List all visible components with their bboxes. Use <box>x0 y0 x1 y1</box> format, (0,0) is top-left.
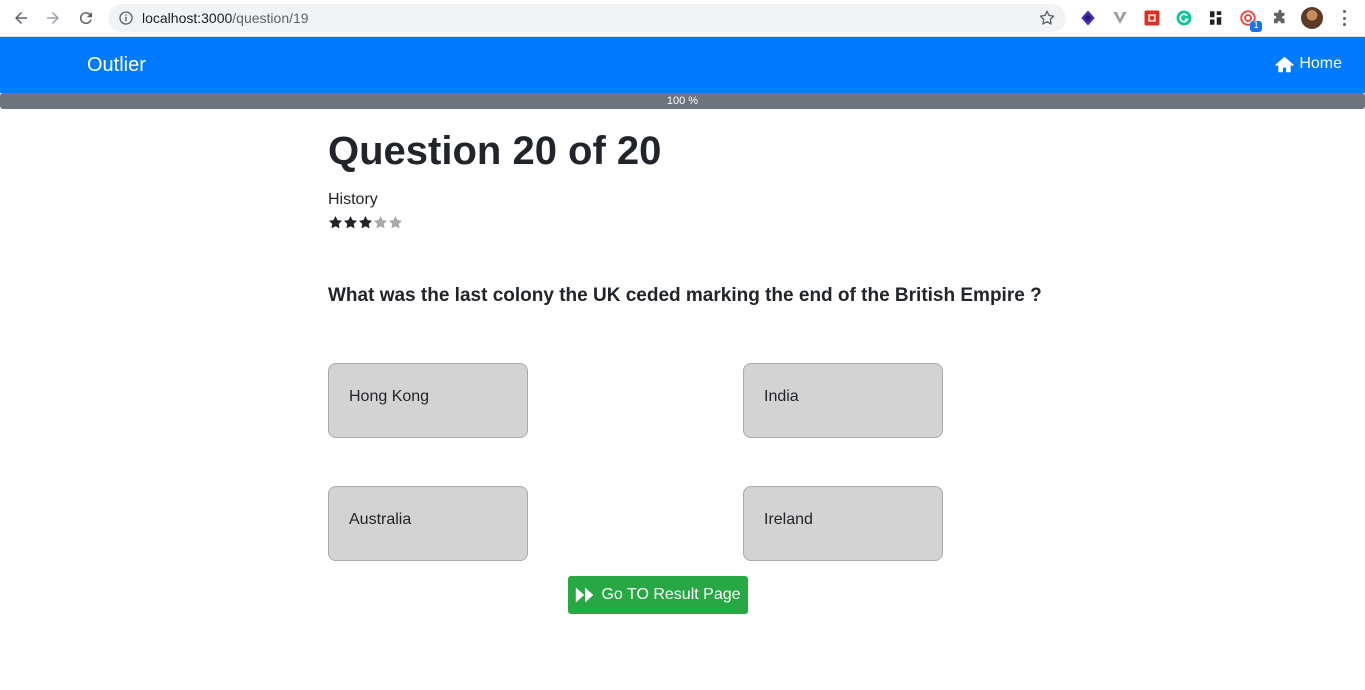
extension-v-icon[interactable] <box>1110 8 1130 28</box>
home-label: Home <box>1299 55 1342 72</box>
back-arrow-icon <box>15 12 27 24</box>
question-category: History <box>328 191 378 208</box>
extension-layers-icon[interactable] <box>1078 8 1098 28</box>
forward-arrow-icon <box>47 12 59 24</box>
star-filled-icon <box>343 215 358 229</box>
forward-button[interactable] <box>41 7 65 29</box>
extension-target-icon[interactable]: 1 <box>1238 8 1262 32</box>
answer-option-4[interactable]: Ireland <box>743 486 943 561</box>
answer-option-2[interactable]: India <box>743 363 943 438</box>
answer-label: Australia <box>349 511 412 528</box>
home-icon <box>1275 56 1295 72</box>
browser-menu-icon[interactable] <box>1336 9 1352 27</box>
back-button[interactable] <box>9 7 33 29</box>
go-to-result-button[interactable]: Go TO Result Page <box>568 576 748 614</box>
star-empty-icon <box>373 215 388 229</box>
app-navbar: Outlier Home <box>0 37 1365 93</box>
difficulty-rating <box>328 215 403 230</box>
address-bar[interactable]: localhost:3000/question/19 <box>108 4 1066 32</box>
fast-forward-icon <box>576 587 594 603</box>
progress-label: 100 % <box>666 95 699 107</box>
star-filled-icon <box>328 215 343 229</box>
answer-label: Ireland <box>764 511 813 528</box>
result-button-label: Go TO Result Page <box>601 586 741 603</box>
progress-fill: 100 % <box>0 93 1365 109</box>
url-text: localhost:3000/question/19 <box>142 10 309 26</box>
extension-badge: 1 <box>1250 21 1262 32</box>
home-link[interactable]: Home <box>1275 55 1342 73</box>
grammarly-icon[interactable] <box>1174 8 1194 28</box>
extension-red-icon[interactable] <box>1142 8 1162 28</box>
extension-grid-icon[interactable] <box>1206 8 1226 28</box>
browser-toolbar: localhost:3000/question/19 1 <box>0 0 1365 37</box>
extensions-puzzle-icon[interactable] <box>1270 8 1290 28</box>
answer-option-3[interactable]: Australia <box>328 486 528 561</box>
page-title: Question 20 of 20 <box>328 129 662 173</box>
bookmark-star-icon[interactable] <box>1038 9 1056 27</box>
answer-option-1[interactable]: Hong Kong <box>328 363 528 438</box>
reload-button[interactable] <box>74 7 98 29</box>
answer-label: India <box>764 388 799 405</box>
info-icon[interactable] <box>118 10 134 26</box>
quiz-progress-bar: 100 % <box>0 93 1365 109</box>
question-text: What was the last colony the UK ceded ma… <box>328 285 1042 306</box>
reload-icon <box>79 12 92 25</box>
brand-link[interactable]: Outlier <box>87 54 146 77</box>
profile-avatar[interactable] <box>1301 7 1323 29</box>
star-empty-icon <box>388 215 403 229</box>
star-filled-icon <box>358 215 373 229</box>
answer-label: Hong Kong <box>349 388 430 405</box>
